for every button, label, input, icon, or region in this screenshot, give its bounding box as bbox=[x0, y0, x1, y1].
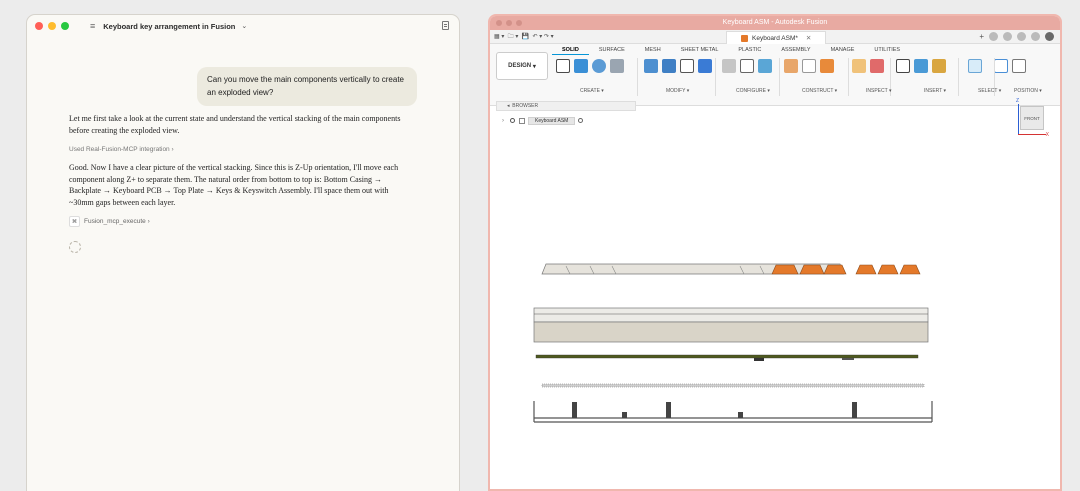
casing-standoff bbox=[738, 412, 743, 418]
casing-standoff bbox=[572, 402, 577, 418]
user-message: Can you move the main components vertica… bbox=[197, 67, 417, 106]
pcb-connector bbox=[842, 358, 854, 360]
tool-icon: ⌘ bbox=[69, 216, 80, 227]
tool-usage-label: Used Real-Fusion-MCP integration bbox=[69, 146, 170, 153]
tool-call-label: Fusion_mcp_execute bbox=[84, 218, 146, 225]
keycap-orange bbox=[799, 264, 825, 275]
chevron-down-icon[interactable]: ⌄ bbox=[241, 22, 247, 30]
close-window-button[interactable] bbox=[35, 22, 43, 30]
keycaps-layer[interactable] bbox=[541, 263, 921, 275]
chat-window: ≡ Keyboard key arrangement in Fusion ⌄ C… bbox=[26, 14, 460, 491]
pcb-layer[interactable] bbox=[535, 354, 919, 361]
loading-spinner-icon bbox=[69, 241, 81, 253]
keycap-orange bbox=[855, 264, 877, 275]
keycaps-row bbox=[541, 263, 845, 275]
top-plate-layer[interactable] bbox=[533, 307, 929, 343]
casing-standoff bbox=[666, 402, 671, 418]
keycap-orange bbox=[771, 264, 799, 275]
tool-usage-link[interactable]: Used Real-Fusion-MCP integration › bbox=[69, 146, 174, 153]
fusion-window: Keyboard ASM - Autodesk Fusion ▦ ▾ 🗀 ▾ 💾… bbox=[488, 14, 1062, 491]
keyboard-pcb bbox=[535, 354, 919, 359]
top-plate bbox=[533, 307, 929, 323]
casing-body bbox=[533, 321, 929, 343]
viewport-canvas[interactable] bbox=[490, 16, 1062, 491]
tool-call-item[interactable]: ⌘ Fusion_mcp_execute › bbox=[69, 216, 150, 227]
keycap-orange bbox=[899, 264, 921, 275]
minimize-window-button[interactable] bbox=[48, 22, 56, 30]
casing-standoff bbox=[852, 402, 857, 418]
document-icon[interactable] bbox=[442, 21, 449, 30]
bottom-casing bbox=[533, 401, 933, 423]
maximize-window-button[interactable] bbox=[61, 22, 69, 30]
casing-standoff bbox=[622, 412, 627, 418]
keycap-orange bbox=[823, 264, 847, 275]
chat-titlebar: ≡ Keyboard key arrangement in Fusion ⌄ bbox=[27, 15, 459, 37]
keycap-orange bbox=[877, 264, 899, 275]
assistant-message-2: Good. Now I have a clear picture of the … bbox=[69, 163, 399, 207]
chat-title[interactable]: Keyboard key arrangement in Fusion bbox=[103, 22, 235, 31]
sidebar-toggle-icon[interactable]: ≡ bbox=[90, 21, 95, 31]
backplate[interactable] bbox=[541, 383, 925, 388]
assistant-message-1: Let me first take a look at the current … bbox=[69, 114, 401, 135]
pcb-connector bbox=[754, 358, 764, 361]
bottom-casing-layer[interactable] bbox=[533, 401, 933, 423]
